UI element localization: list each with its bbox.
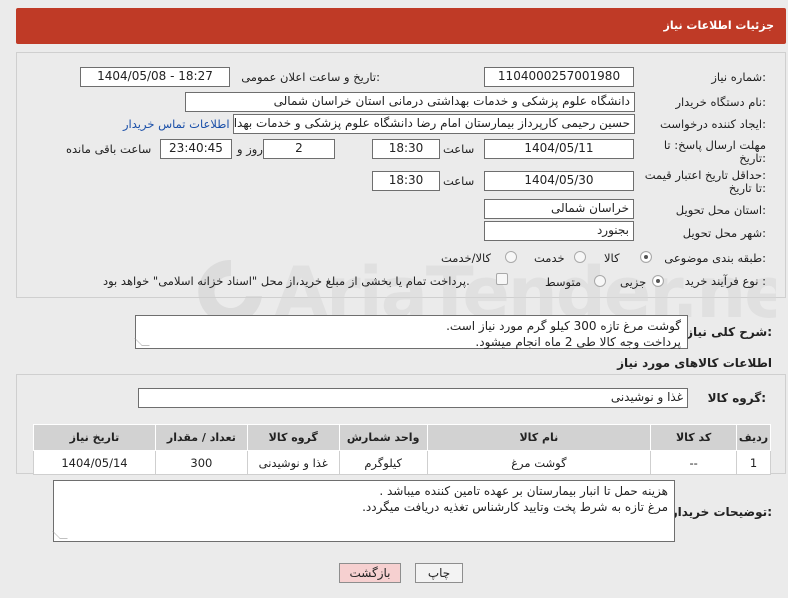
announce-date-field: 1404/05/08 - 18:27: [80, 67, 230, 87]
goods-group-field: غذا و نوشیدنی: [138, 388, 688, 408]
cell-unit: کیلوگرم: [338, 450, 428, 475]
cell-quantity: 300: [154, 450, 248, 475]
need-number-label: شماره نیاز:: [711, 70, 766, 84]
cell-row-number: 1: [736, 450, 771, 475]
col-row-number: ردیف: [736, 424, 771, 451]
process-medium-label: متوسط: [545, 275, 582, 289]
creator-label: ایجاد کننده درخواست:: [660, 117, 766, 131]
price-validity-time-label: ساعت: [443, 174, 475, 188]
announce-date-label: تاریخ و ساعت اعلان عمومی:: [241, 70, 380, 84]
col-quantity: تعداد / مقدار: [154, 424, 248, 451]
deadline-time-field: 18:30: [372, 139, 440, 159]
page-header: جزئیات اطلاعات نیاز: [16, 8, 786, 44]
buyer-notes-textarea[interactable]: هزینه حمل تا انبار بیمارستان بر عهده تام…: [52, 480, 675, 542]
cell-need-date: 1404/05/14: [33, 450, 156, 475]
category-goods-radio[interactable]: [640, 251, 652, 263]
city-label: شهر محل تحویل:: [682, 226, 766, 240]
back-button[interactable]: بازگشت: [339, 563, 401, 583]
print-button[interactable]: چاپ: [415, 563, 463, 583]
description-line-1: گوشت مرغ تازه 300 کیلو گرم مورد نیاز است…: [446, 319, 681, 333]
cell-item-name: گوشت مرغ: [426, 450, 652, 475]
buyer-org-label: نام دستگاه خریدار:: [675, 95, 766, 109]
deadline-label-date: تاریخ:: [739, 151, 766, 165]
deadline-time-label: ساعت: [443, 142, 475, 156]
deadline-label: مهلت ارسال پاسخ: تا: [663, 138, 766, 152]
description-textarea[interactable]: گوشت مرغ تازه 300 کیلو گرم مورد نیاز است…: [134, 315, 688, 349]
remaining-time-field: 23:40:45: [160, 139, 232, 159]
col-unit: واحد شمارش: [338, 424, 428, 451]
category-goods-label: کالا: [604, 251, 620, 265]
need-number-field: 1104000257001980: [484, 67, 634, 87]
deadline-date-field: 1404/05/11: [484, 139, 634, 159]
description-label: شرح کلی نیاز:: [686, 325, 772, 339]
price-validity-label-date: تا تاریخ:: [728, 181, 766, 195]
remaining-days-field: 2: [263, 139, 335, 159]
goods-group-label: گروه کالا:: [707, 391, 766, 405]
goods-section-title: اطلاعات کالاهای مورد نیاز: [617, 356, 772, 370]
buyer-org-field: دانشگاه علوم پزشکی و خدمات بهداشتی درمان…: [185, 92, 635, 112]
province-field: خراسان شمالی: [484, 199, 634, 219]
category-service-label: خدمت: [534, 251, 565, 265]
process-minor-radio[interactable]: [652, 275, 664, 287]
remaining-time-label: ساعت باقی مانده: [66, 142, 152, 156]
process-type-label: نوع فرآیند خرید :: [684, 274, 766, 288]
price-validity-date-field: 1404/05/30: [484, 171, 634, 191]
goods-table-header: ردیف کد کالا نام کالا واحد شمارش گروه کا…: [33, 424, 771, 451]
price-validity-time-field: 18:30: [372, 171, 440, 191]
category-label: طبقه بندی موضوعی:: [664, 251, 766, 265]
cell-item-code: --: [650, 450, 738, 475]
goods-table: ردیف کد کالا نام کالا واحد شمارش گروه کا…: [33, 424, 771, 475]
col-need-date: تاریخ نیاز: [33, 424, 156, 451]
buyer-contact-link[interactable]: اطلاعات تماس خریدار: [123, 117, 230, 131]
city-field: بجنورد: [484, 221, 634, 241]
buyer-notes-line-2: مرغ تازه به شرط پخت وتایید کارشناس تغذیه…: [362, 500, 668, 514]
process-minor-label: جزیی: [620, 275, 647, 289]
creator-field: حسین رحیمی کارپرداز بیمارستان امام رضا د…: [233, 114, 635, 134]
col-item-code: کد کالا: [650, 424, 738, 451]
province-label: استان محل تحویل:: [675, 203, 766, 217]
category-both-label: کالا/خدمت: [441, 251, 492, 265]
category-both-radio[interactable]: [505, 251, 517, 263]
col-item-name: نام کالا: [426, 424, 652, 451]
treasury-checkbox[interactable]: [496, 273, 508, 285]
price-validity-label: حداقل تاریخ اعتبار قیمت:: [644, 168, 766, 182]
buyer-notes-line-1: هزینه حمل تا انبار بیمارستان بر عهده تام…: [379, 484, 668, 498]
col-item-group: گروه کالا: [246, 424, 340, 451]
category-service-radio[interactable]: [574, 251, 586, 263]
process-medium-radio[interactable]: [594, 275, 606, 287]
resize-grip-icon[interactable]: [52, 531, 68, 539]
cell-item-group: غذا و نوشیدنی: [246, 450, 340, 475]
table-row: 1 -- گوشت مرغ کیلوگرم غذا و نوشیدنی 300 …: [33, 450, 771, 475]
treasury-note: پرداخت تمام یا بخشی از مبلغ خرید،از محل …: [103, 274, 470, 288]
remaining-days-label: روز و: [237, 142, 263, 156]
description-line-2: پرداخت وجه کالا طی 2 ماه انجام میشود.: [475, 335, 681, 349]
buyer-notes-label: توضیحات خریدار:: [670, 505, 772, 519]
page-title: جزئیات اطلاعات نیاز: [663, 19, 775, 32]
